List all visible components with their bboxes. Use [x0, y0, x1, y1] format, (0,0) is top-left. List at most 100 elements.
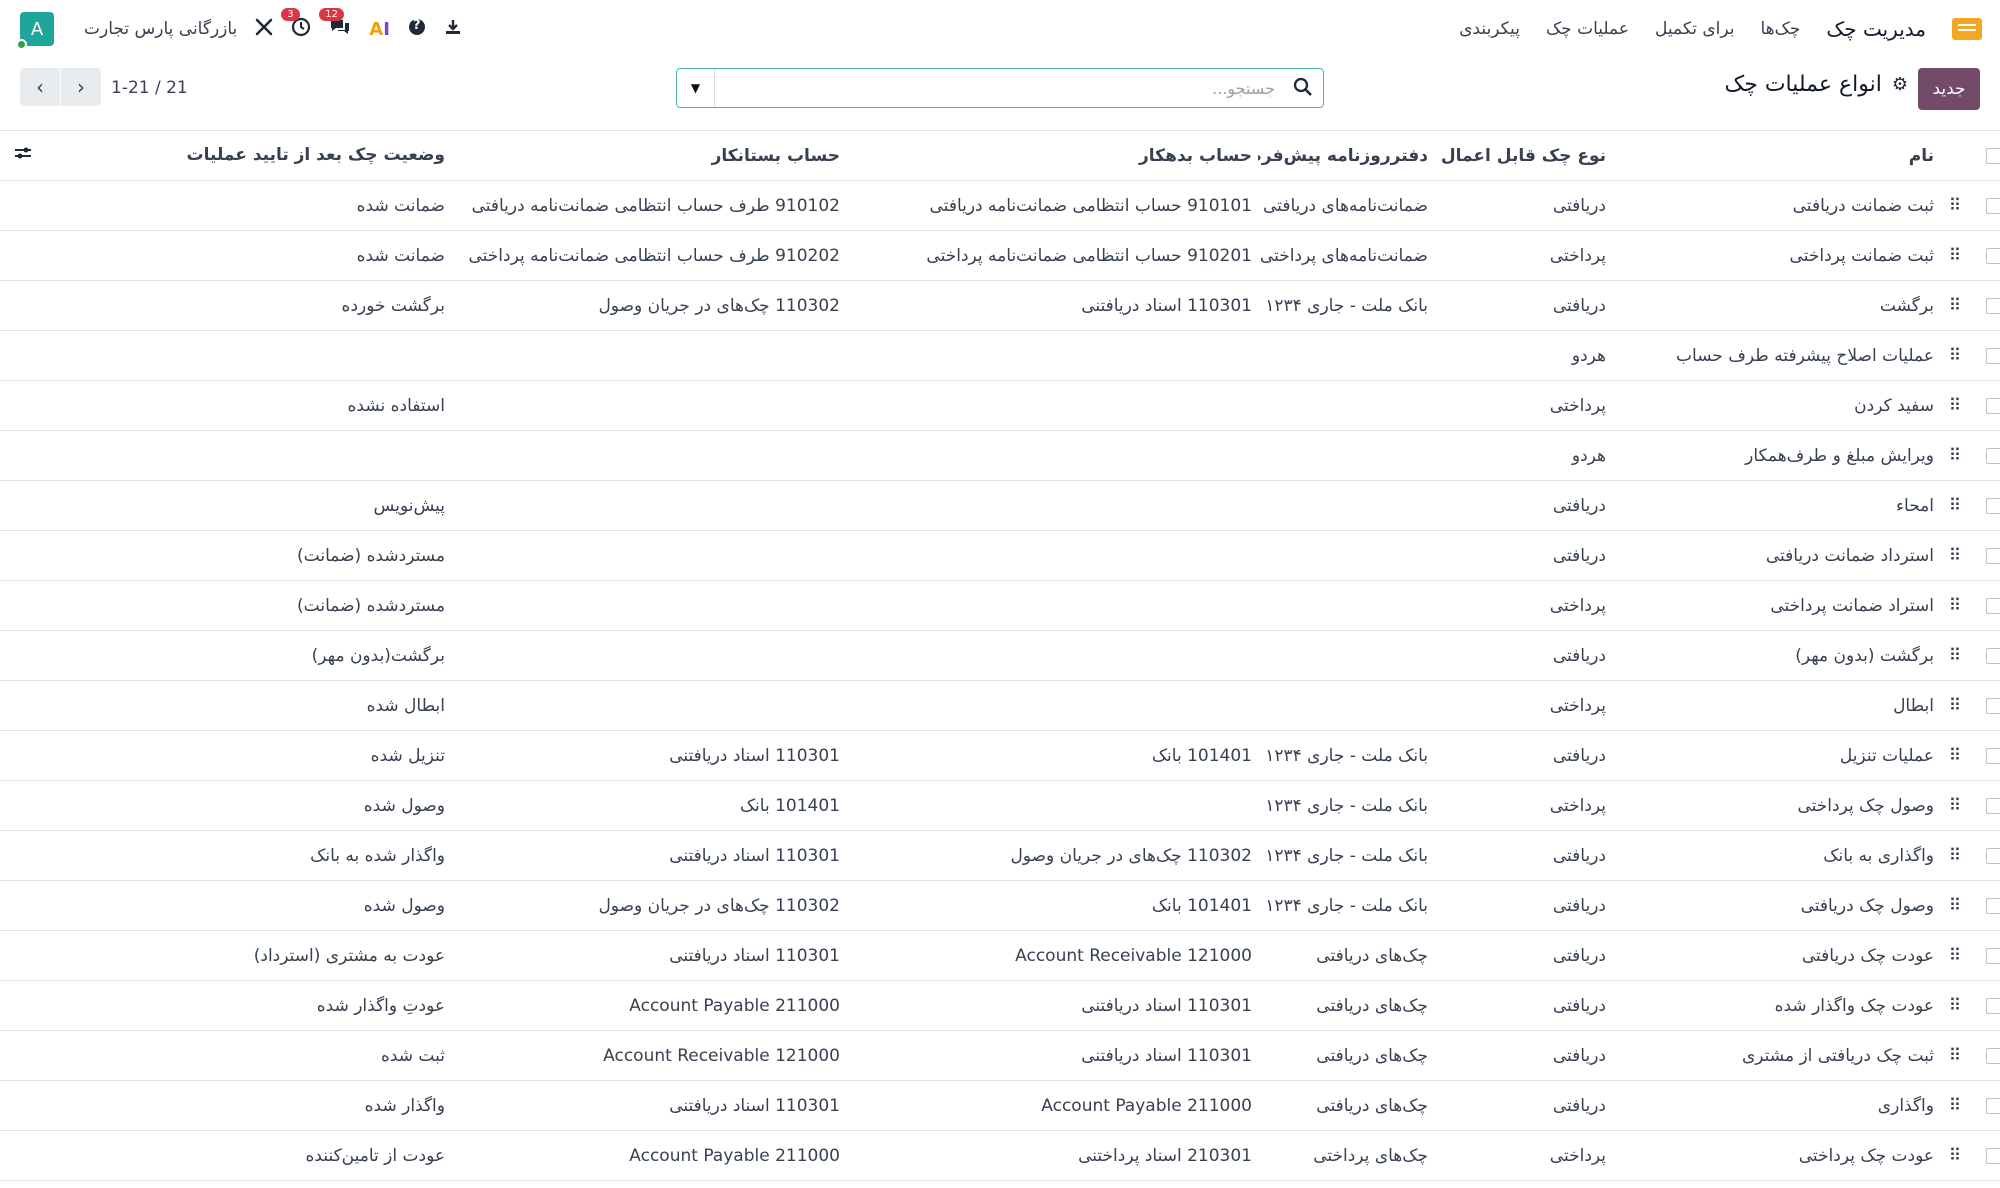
header-status-after[interactable]: وضعیت چک بعد از تایید عملیات — [0, 130, 451, 181]
row-checkbox-cell[interactable] — [1968, 1080, 2000, 1131]
row-checkbox-cell[interactable] — [1968, 180, 2000, 231]
cell-journal[interactable] — [1258, 430, 1434, 481]
cell-journal[interactable] — [1258, 380, 1434, 431]
cell-credit-account[interactable]: 110302 چک‌های در جریان وصول — [451, 280, 846, 331]
cell-status-after[interactable]: مستردشده (ضمانت) — [0, 580, 451, 631]
drag-handle-icon[interactable]: ⠿ — [1940, 330, 1968, 381]
cell-credit-account[interactable]: 110301 اسناد دریافتنی — [451, 1080, 846, 1131]
drag-handle-icon[interactable]: ⠿ — [1940, 580, 1968, 631]
cell-debit-account[interactable]: 101401 بانک — [846, 880, 1258, 931]
header-debit-account[interactable]: حساب بدهکار — [846, 130, 1258, 181]
company-switcher[interactable]: بازرگانی پارس تجارت — [84, 19, 237, 39]
table-row[interactable]: ⠿ ثبت ضمانت پرداختی پرداختی ضمانت‌نامه‌های … — [0, 230, 2000, 281]
cell-status-after[interactable]: برگشت خورده — [0, 280, 451, 331]
cell-check-type[interactable]: دریافتی — [1434, 530, 1612, 581]
cell-debit-account[interactable] — [846, 580, 1258, 631]
cell-check-type[interactable]: پرداختی — [1434, 380, 1612, 431]
cell-credit-account[interactable] — [451, 430, 846, 481]
cell-debit-account[interactable]: 110301 اسناد دریافتنی — [846, 1030, 1258, 1081]
drag-handle-icon[interactable]: ⠿ — [1940, 630, 1968, 681]
cell-journal[interactable]: چک‌های دریافتی — [1258, 1080, 1434, 1131]
row-checkbox[interactable] — [1986, 597, 2000, 614]
select-all-checkbox[interactable] — [1986, 147, 2000, 164]
row-checkbox[interactable] — [1986, 397, 2000, 414]
menu-check-operations[interactable]: عملیات چک — [1546, 19, 1629, 39]
table-row[interactable]: ⠿ امحاء دریافتی پیش‌نویس — [0, 480, 2000, 531]
optional-columns-icon[interactable] — [14, 145, 32, 166]
cell-check-type[interactable]: دریافتی — [1434, 1080, 1612, 1131]
menu-to-complete[interactable]: برای تکمیل — [1655, 19, 1735, 39]
search-input[interactable] — [717, 69, 1283, 107]
cell-status-after[interactable]: ضمانت شده — [0, 230, 451, 281]
cell-check-type[interactable]: پرداختی — [1434, 580, 1612, 631]
cell-journal[interactable]: بانک ملت - جاری ۱۲۳۴ — [1258, 830, 1434, 881]
table-row[interactable]: ⠿ ثبت ضمانت دریافتی دریافتی ضمانت‌نامه‌های … — [0, 180, 2000, 231]
row-checkbox[interactable] — [1986, 1047, 2000, 1064]
drag-handle-icon[interactable]: ⠿ — [1940, 1080, 1968, 1131]
messages-icon[interactable]: 12 — [319, 7, 351, 42]
row-checkbox[interactable] — [1986, 197, 2000, 214]
cell-credit-account[interactable]: 211000 Account Payable — [451, 1130, 846, 1181]
cell-journal[interactable]: بانک ملت - جاری ۱۲۳۴ — [1258, 730, 1434, 781]
search-options-toggle[interactable]: ▼ — [677, 69, 715, 107]
cell-name[interactable]: برگشت (بدون مهر) — [1612, 630, 1940, 681]
cell-status-after[interactable]: ضمانت شده — [0, 180, 451, 231]
cell-check-type[interactable]: هردو — [1434, 430, 1612, 481]
cell-check-type[interactable]: دریافتی — [1434, 930, 1612, 981]
table-row[interactable]: ⠿ واگذاری به بانک دریافتی بانک ملت - جاری ۱… — [0, 830, 2000, 881]
drag-handle-icon[interactable]: ⠿ — [1940, 830, 1968, 881]
cell-check-type[interactable]: دریافتی — [1434, 180, 1612, 231]
cell-check-type[interactable]: دریافتی — [1434, 480, 1612, 531]
cell-debit-account[interactable] — [846, 780, 1258, 831]
cell-check-type[interactable]: پرداختی — [1434, 1130, 1612, 1181]
drag-handle-icon[interactable]: ⠿ — [1940, 680, 1968, 731]
cell-journal[interactable]: چک‌های دریافتی — [1258, 980, 1434, 1031]
cell-journal[interactable]: ضمانت‌نامه‌های پرداختی — [1258, 230, 1434, 281]
row-checkbox-cell[interactable] — [1968, 780, 2000, 831]
drag-handle-icon[interactable]: ⠿ — [1940, 730, 1968, 781]
cell-status-after[interactable]: برگشت(بدون مهر) — [0, 630, 451, 681]
table-row[interactable]: ⠿ وصول چک پرداختی پرداختی بانک ملت - جاری ۱… — [0, 780, 2000, 831]
table-row[interactable]: ⠿ برگشت (بدون مهر) دریافتی برگشت(بدون مهر) — [0, 630, 2000, 681]
cell-status-after[interactable]: ثبت شده — [0, 1030, 451, 1081]
row-checkbox-cell[interactable] — [1968, 480, 2000, 531]
cell-debit-account[interactable] — [846, 480, 1258, 531]
table-row[interactable]: ⠿ عملیات تنزیل دریافتی بانک ملت - جاری ۱۲۳۴… — [0, 730, 2000, 781]
cell-name[interactable]: واگذاری به بانک — [1612, 830, 1940, 881]
header-check-type[interactable]: نوع چک قابل اعمال — [1434, 130, 1612, 181]
header-journal[interactable]: دفترروزنامه پیش‌فرض — [1258, 130, 1434, 181]
drag-handle-icon[interactable]: ⠿ — [1940, 380, 1968, 431]
cell-check-type[interactable]: دریافتی — [1434, 880, 1612, 931]
row-checkbox[interactable] — [1986, 997, 2000, 1014]
row-checkbox[interactable] — [1986, 1097, 2000, 1114]
cell-check-type[interactable]: دریافتی — [1434, 280, 1612, 331]
cell-name[interactable]: استراد ضمانت پرداختی — [1612, 580, 1940, 631]
cell-credit-account[interactable]: 101401 بانک — [451, 780, 846, 831]
cell-credit-account[interactable]: 110302 چک‌های در جریان وصول — [451, 880, 846, 931]
cell-status-after[interactable]: عودت از تامین‌کننده — [0, 1130, 451, 1181]
drag-handle-icon[interactable]: ⠿ — [1940, 1130, 1968, 1181]
cell-name[interactable]: عملیات اصلاح پیشرفته طرف حساب — [1612, 330, 1940, 381]
cell-debit-account[interactable] — [846, 530, 1258, 581]
cell-status-after[interactable]: ابطال شده — [0, 680, 451, 731]
drag-handle-icon[interactable]: ⠿ — [1940, 980, 1968, 1031]
ai-icon[interactable]: AI — [369, 19, 390, 40]
table-row[interactable]: ⠿ عملیات اصلاح پیشرفته طرف حساب هردو — [0, 330, 2000, 381]
cell-name[interactable]: سفید کردن — [1612, 380, 1940, 431]
cell-name[interactable]: ابطال — [1612, 680, 1940, 731]
settings-gear-icon[interactable]: ⚙ — [1892, 74, 1908, 95]
cell-status-after[interactable]: عودت به مشتری (استرداد) — [0, 930, 451, 981]
cell-journal[interactable] — [1258, 630, 1434, 681]
cell-name[interactable]: ثبت ضمانت پرداختی — [1612, 230, 1940, 281]
table-row[interactable]: ⠿ عودت چک دریافتی دریافتی چک‌های دریافتی 121… — [0, 930, 2000, 981]
row-checkbox-cell[interactable] — [1968, 280, 2000, 331]
row-checkbox[interactable] — [1986, 897, 2000, 914]
search-icon[interactable] — [1293, 77, 1313, 102]
cell-credit-account[interactable]: 910202 طرف حساب انتظامی ضمانت‌نامه پرداخ… — [451, 230, 846, 281]
cell-status-after[interactable]: پیش‌نویس — [0, 480, 451, 531]
cell-debit-account[interactable] — [846, 430, 1258, 481]
row-checkbox-cell[interactable] — [1968, 830, 2000, 881]
cell-name[interactable]: وصول چک دریافتی — [1612, 880, 1940, 931]
drag-handle-icon[interactable]: ⠿ — [1940, 480, 1968, 531]
cell-credit-account[interactable]: 121000 Account Receivable — [451, 1030, 846, 1081]
